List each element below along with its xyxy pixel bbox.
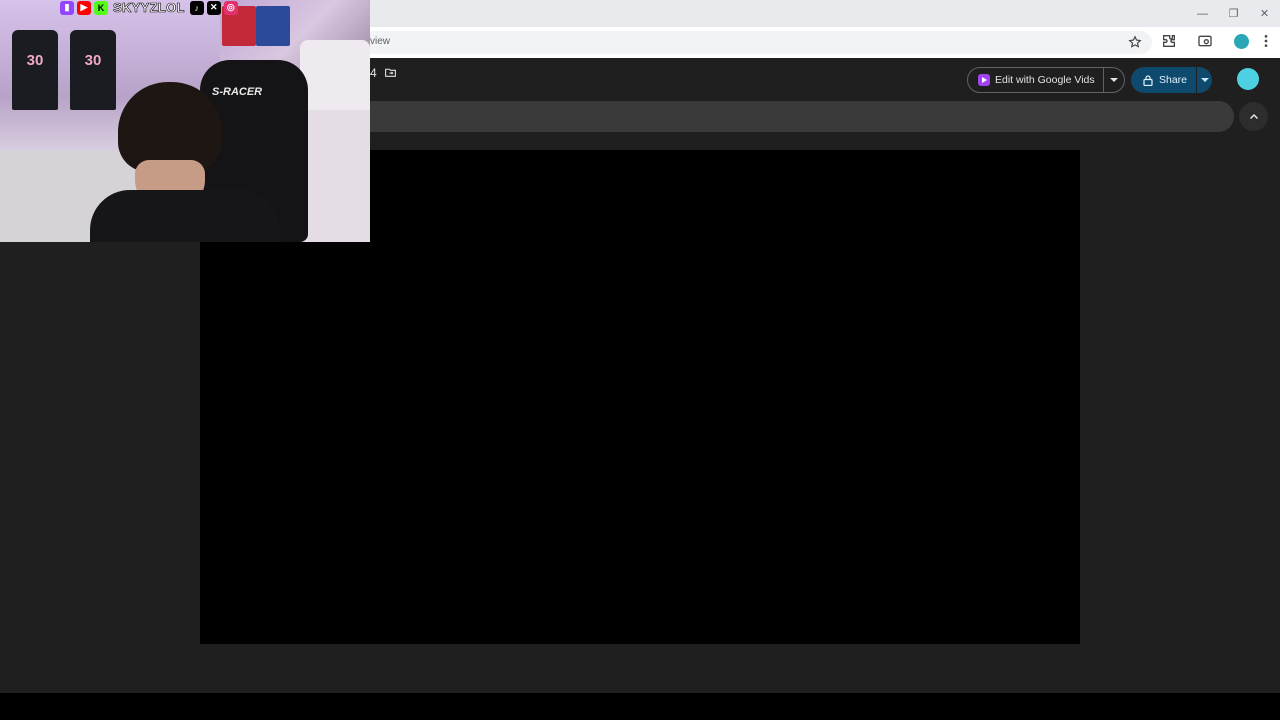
chevron-down-icon (1200, 78, 1209, 82)
chevron-down-icon (1109, 78, 1118, 82)
jersey-number: 30 (26, 52, 44, 69)
document-title[interactable]: 4 (370, 66, 377, 80)
bookmark-star-icon[interactable] (1128, 35, 1142, 49)
close-button[interactable]: ✕ (1249, 0, 1280, 27)
lock-icon (1143, 74, 1153, 86)
share-dropdown-button[interactable] (1197, 78, 1212, 82)
edit-with-vids-button[interactable]: Edit with Google Vids (967, 67, 1125, 93)
vids-label: Edit with Google Vids (995, 74, 1095, 86)
x-icon: ✕ (206, 0, 221, 15)
chevron-up-icon (1249, 113, 1258, 119)
address-bar[interactable]: view (362, 31, 1152, 54)
window-controls: — ❐ ✕ (1187, 0, 1280, 27)
tiktok-icon: ♪ (189, 0, 204, 15)
share-main-action[interactable]: Share (1131, 67, 1198, 93)
tab-search-icon[interactable] (1197, 33, 1213, 49)
youtube-icon: ▶ (77, 0, 91, 15)
streamer-handle: SKYYZLOL (113, 0, 185, 15)
instagram-icon: ◎ (223, 0, 238, 15)
jersey-number: 30 (84, 52, 102, 69)
vids-main-action[interactable]: Edit with Google Vids (968, 68, 1104, 92)
chair-brand: S-RACER (212, 86, 263, 98)
collapse-menus-button[interactable] (1239, 102, 1268, 131)
minimize-button[interactable]: — (1187, 0, 1218, 27)
account-avatar[interactable] (1237, 68, 1259, 90)
vids-icon (978, 74, 990, 86)
url-text: view (370, 36, 391, 47)
person-hair (118, 82, 222, 172)
kick-icon: K (94, 0, 108, 15)
jersey-right: 30 (70, 30, 116, 110)
person-body (90, 190, 280, 242)
move-folder-icon[interactable] (384, 66, 397, 79)
social-row: ▮ ▶ K SKYYZLOL ♪ ✕ ◎ (60, 0, 238, 15)
restore-button[interactable]: ❐ (1218, 0, 1249, 27)
extensions-icon[interactable] (1161, 33, 1177, 49)
share-label: Share (1159, 74, 1188, 86)
jersey-left: 30 (12, 30, 58, 110)
twitch-icon: ▮ (60, 0, 74, 15)
bottom-bar (0, 693, 1280, 720)
more-menu-icon[interactable] (1258, 33, 1274, 49)
vids-dropdown-button[interactable] (1104, 78, 1124, 82)
poster-warriors (256, 6, 290, 46)
screen: — ❐ ✕ view 4 Edit with Google Vids Share… (0, 0, 1280, 720)
webcam-overlay: 30 30 S-RACER ▮ ▶ K SKYYZLOL ♪ ✕ ◎ (0, 0, 370, 242)
pillow (300, 40, 370, 120)
profile-icon[interactable] (1234, 34, 1249, 49)
share-button[interactable]: Share (1131, 67, 1212, 93)
